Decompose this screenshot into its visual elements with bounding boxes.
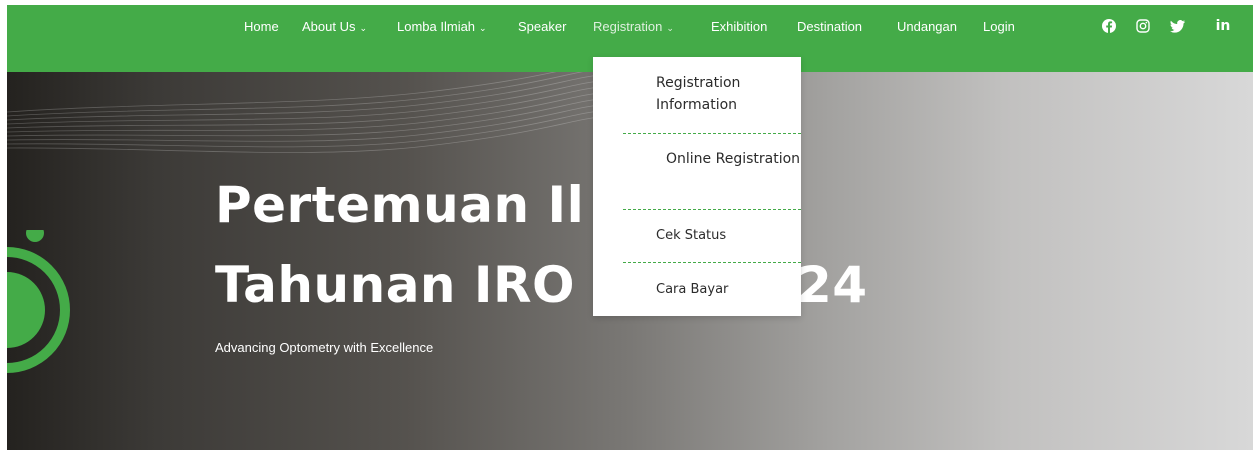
nav-lomba-ilmiah-label: Lomba Ilmiah	[397, 19, 476, 34]
dropdown-item-cek-status[interactable]: Cek Status	[656, 225, 806, 247]
dropdown-divider	[623, 133, 801, 134]
hero-subtitle: Advancing Optometry with Excellence	[215, 340, 434, 355]
nav-login[interactable]: Login	[983, 5, 1015, 48]
hero-title-line-1: Pertemuan Il	[215, 176, 585, 234]
nav-about-us-label: About Us	[302, 19, 356, 34]
instagram-icon[interactable]	[1135, 18, 1151, 34]
dropdown-item-cara-bayar[interactable]: Cara Bayar	[656, 279, 806, 301]
chevron-down-icon: ⌄	[666, 23, 674, 33]
nav-about-us[interactable]: About Us ⌄	[302, 5, 367, 48]
nav-exhibition[interactable]: Exhibition	[711, 5, 767, 48]
logo-ring-decoration	[7, 230, 70, 373]
dropdown-divider	[623, 262, 801, 263]
wave-lines-decoration	[7, 72, 607, 153]
chevron-down-icon: ⌄	[479, 23, 487, 33]
nav-registration[interactable]: Registration ⌄	[593, 5, 674, 48]
twitter-icon[interactable]	[1169, 18, 1185, 34]
hero-title-line-2: Tahunan IRO	[215, 256, 576, 314]
nav-undangan[interactable]: Undangan	[897, 5, 957, 48]
dropdown-item-registration-information[interactable]: Registration Information	[656, 72, 806, 116]
dropdown-item-online-registration[interactable]: Online Registration	[666, 148, 816, 170]
nav-destination[interactable]: Destination	[797, 5, 862, 48]
facebook-icon[interactable]	[1101, 18, 1117, 34]
nav-home[interactable]: Home	[244, 5, 279, 48]
registration-dropdown-menu: Registration Information Online Registra…	[593, 57, 801, 316]
chevron-down-icon: ⌄	[359, 23, 368, 33]
nav-lomba-ilmiah[interactable]: Lomba Ilmiah ⌄	[397, 5, 487, 48]
hero-title-suffix: 24	[797, 256, 868, 314]
nav-registration-label: Registration	[593, 19, 663, 34]
nav-speaker[interactable]: Speaker	[518, 5, 566, 48]
dropdown-divider	[623, 209, 801, 210]
linkedin-icon[interactable]: in	[1215, 18, 1231, 34]
